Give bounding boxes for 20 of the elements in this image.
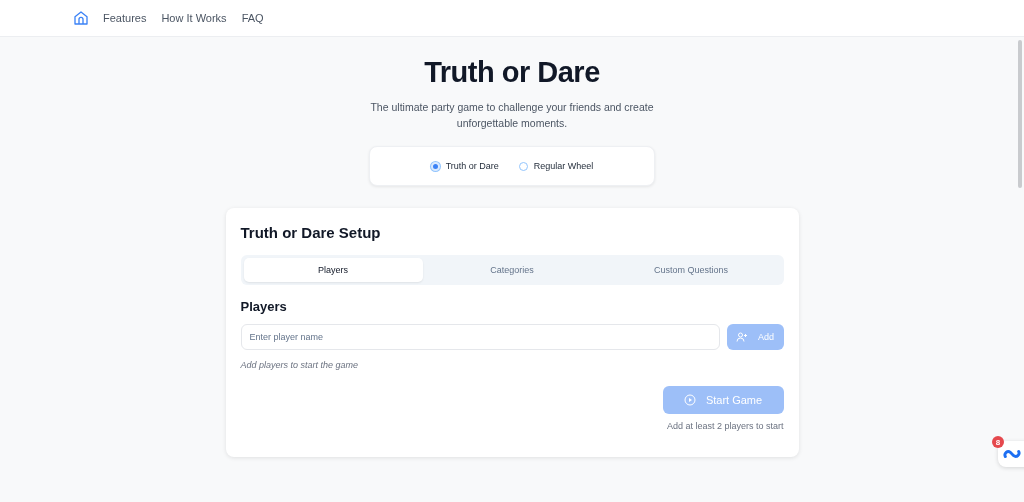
- nav-link[interactable]: Features: [103, 12, 147, 24]
- empty-players-hint: Add players to start the game: [240, 360, 360, 370]
- mode-radio-option[interactable]: Truth or Dare: [430, 161, 499, 171]
- scrollbar[interactable]: [1018, 40, 1022, 188]
- nav-link[interactable]: How It Works: [161, 12, 227, 24]
- tab[interactable]: Players: [243, 258, 423, 282]
- play-icon: [683, 394, 696, 406]
- player-name-field[interactable]: Enter player name: [240, 324, 720, 350]
- mode-radio-option[interactable]: Regular Wheel: [518, 161, 594, 171]
- home-icon[interactable]: [73, 10, 89, 26]
- page-title: Truth or Dare: [424, 56, 600, 89]
- card-title: Truth or Dare Setup: [240, 224, 382, 241]
- tab[interactable]: Custom Questions: [601, 258, 781, 282]
- start-hint: Add at least 2 players to start: [666, 421, 784, 431]
- notification-badge: 8: [992, 436, 1004, 448]
- add-user-icon: [736, 331, 748, 343]
- tab[interactable]: Categories: [422, 258, 602, 282]
- nav-link[interactable]: FAQ: [241, 12, 264, 24]
- page-subtitle: The ultimate party game to challenge your friends and create unforgettable moments.: [369, 100, 655, 131]
- section-title: Players: [240, 299, 288, 314]
